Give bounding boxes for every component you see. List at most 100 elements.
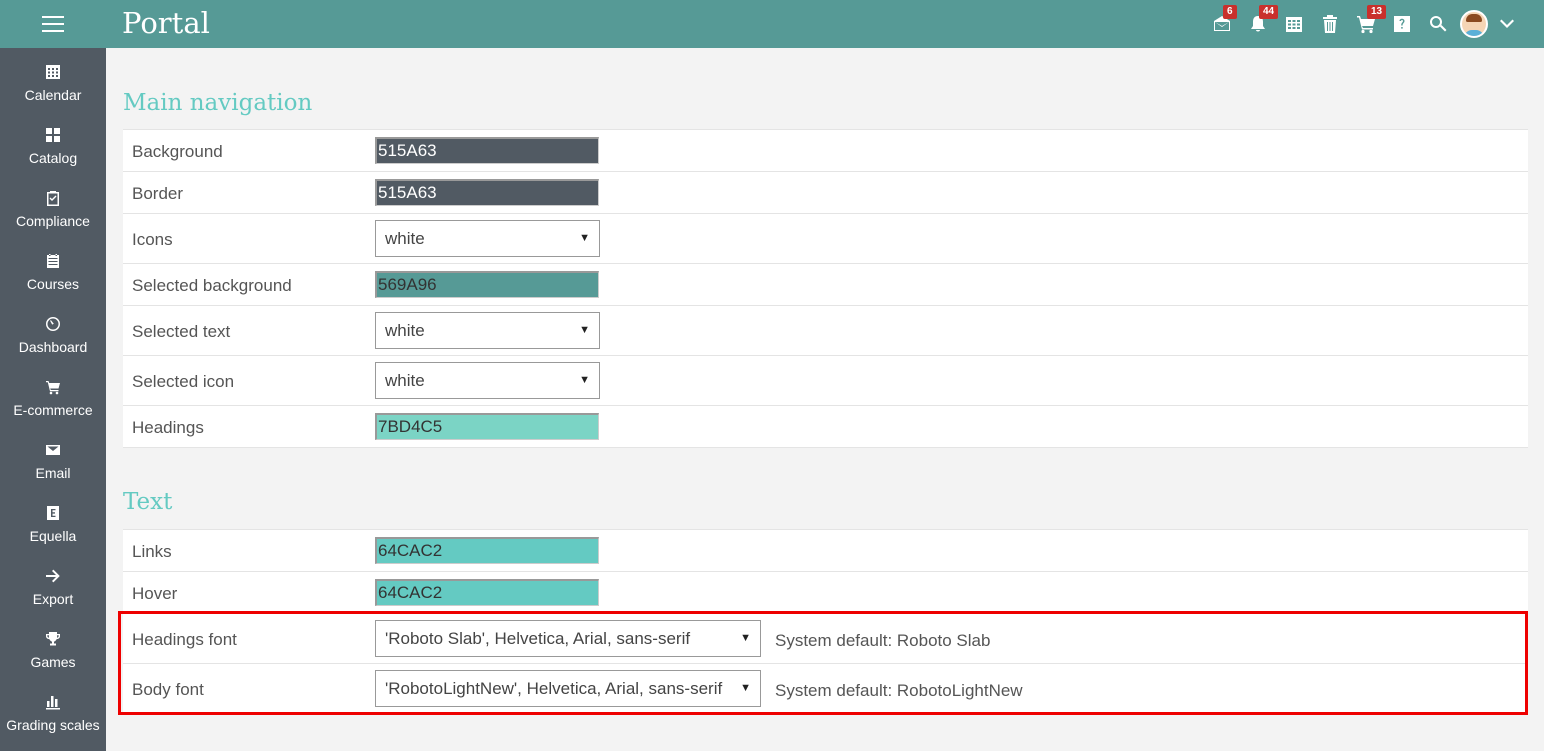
notifications-button[interactable]: 44 (1240, 0, 1279, 48)
sidebar-item-calendar[interactable]: Calendar (0, 48, 106, 111)
setting-label: Hover (132, 584, 178, 603)
setting-label: Body font (132, 680, 204, 699)
cart-button[interactable]: 13 (1348, 0, 1387, 48)
setting-label: Border (132, 184, 184, 203)
calendar-icon (46, 65, 60, 79)
sidebar-item-label: Catalog (28, 150, 78, 166)
setting-row-selected-icon: Selected icon white ▼ (123, 356, 1528, 406)
select-value: white (385, 371, 425, 390)
setting-label: Selected text (132, 322, 231, 341)
search-icon (1430, 16, 1447, 32)
text-section-heading: Text (123, 489, 173, 515)
courses-icon (47, 254, 59, 268)
trash-icon (1323, 15, 1337, 33)
top-bar: Portal 6 44 13 (0, 0, 1544, 48)
selected-icon-select[interactable]: white ▼ (375, 362, 600, 399)
sidebar-item-catalog[interactable]: Catalog (0, 111, 106, 174)
sidebar-item-dashboard[interactable]: Dashboard (0, 300, 106, 363)
calendar-button[interactable] (1276, 0, 1312, 48)
top-icons: 6 44 13 (1204, 0, 1522, 48)
setting-row-headings: Headings (123, 406, 1528, 448)
envelope-icon (46, 445, 60, 455)
arrow-right-icon (46, 569, 60, 583)
sidebar-item-label: Games (30, 654, 76, 670)
dropdown-arrow-icon: ▼ (740, 632, 751, 644)
inbox-button[interactable]: 6 (1204, 0, 1240, 48)
setting-row-border: Border (123, 172, 1528, 214)
main-navigation-heading: Main navigation (123, 90, 313, 116)
clipboard-check-icon (47, 191, 59, 206)
dropdown-arrow-icon: ▼ (579, 232, 590, 244)
links-color-input[interactable] (375, 537, 599, 564)
trophy-icon (46, 632, 60, 646)
chevron-down-icon (1500, 19, 1514, 28)
hamburger-menu-button[interactable] (0, 0, 106, 48)
sidebar-item-label: Grading scales (6, 717, 100, 733)
setting-row-body-font: Body font 'RobotoLightNew', Helvetica, A… (123, 664, 1528, 714)
equella-icon (47, 506, 59, 520)
grid-icon (46, 128, 60, 142)
dropdown-arrow-icon: ▼ (740, 682, 751, 694)
dropdown-arrow-icon: ▼ (579, 324, 590, 336)
body-font-select[interactable]: 'RobotoLightNew', Helvetica, Arial, sans… (375, 670, 761, 707)
setting-label: Icons (132, 230, 173, 249)
help-button[interactable] (1384, 0, 1420, 48)
select-value: white (385, 321, 425, 340)
headings-font-select[interactable]: 'Roboto Slab', Helvetica, Arial, sans-se… (375, 620, 761, 657)
sidebar-item-label: E-commerce (13, 402, 93, 418)
cart-icon (46, 381, 60, 395)
headings-color-input[interactable] (375, 413, 599, 440)
setting-row-links: Links (123, 530, 1528, 572)
selected-background-color-input[interactable] (375, 271, 599, 298)
sidebar-item-compliance[interactable]: Compliance (0, 174, 106, 237)
user-menu-button[interactable] (1456, 0, 1492, 48)
calendar-icon (1286, 17, 1302, 32)
sidebar-item-label: Email (35, 465, 71, 481)
headings-font-system-default: System default: Roboto Slab (775, 631, 991, 650)
sidebar-item-label: Compliance (16, 213, 90, 229)
main-navigation-table: Background Border Icons white ▼ Selected… (123, 129, 1528, 448)
sidebar-item-games[interactable]: Games (0, 615, 106, 678)
border-color-input[interactable] (375, 179, 599, 206)
sidebar-item-export[interactable]: Export (0, 552, 106, 615)
sidebar-item-email[interactable]: Email (0, 426, 106, 489)
setting-label: Links (132, 542, 172, 561)
setting-row-selected-background: Selected background (123, 264, 1528, 306)
body-font-system-default: System default: RobotoLightNew (775, 681, 1023, 700)
search-button[interactable] (1420, 0, 1456, 48)
setting-row-hover: Hover (123, 572, 1528, 614)
select-value: white (385, 229, 425, 248)
bar-chart-icon (46, 696, 60, 710)
sidebar-item-grading-scales[interactable]: Grading scales (0, 678, 106, 741)
select-value: 'RobotoLightNew', Helvetica, Arial, sans… (385, 679, 723, 698)
sidebar-item-label: Courses (26, 276, 80, 292)
hamburger-icon (42, 16, 64, 32)
text-settings-table: Links Hover Headings font 'Roboto Slab',… (123, 529, 1528, 714)
hover-color-input[interactable] (375, 579, 599, 606)
trash-button[interactable] (1312, 0, 1348, 48)
background-color-input[interactable] (375, 137, 599, 164)
setting-row-headings-font: Headings font 'Roboto Slab', Helvetica, … (123, 614, 1528, 664)
sidebar-item-label: Equella (29, 528, 77, 544)
select-value: 'Roboto Slab', Helvetica, Arial, sans-se… (385, 629, 691, 648)
selected-text-select[interactable]: white ▼ (375, 312, 600, 349)
avatar (1460, 10, 1488, 38)
sidebar-item-label: Dashboard (18, 339, 88, 355)
dropdown-arrow-icon: ▼ (579, 374, 590, 386)
sidebar-item-courses[interactable]: Courses (0, 237, 106, 300)
setting-row-background: Background (123, 130, 1528, 172)
sidebar-item-ecommerce[interactable]: E-commerce (0, 363, 106, 426)
user-menu-toggle[interactable] (1492, 0, 1522, 48)
help-icon (1394, 16, 1410, 32)
gauge-icon (46, 317, 60, 331)
sidebar-item-label: Export (32, 591, 74, 607)
icons-select[interactable]: white ▼ (375, 220, 600, 257)
setting-label: Selected background (132, 276, 292, 295)
inbox-badge: 6 (1223, 5, 1237, 19)
setting-row-selected-text: Selected text white ▼ (123, 306, 1528, 356)
setting-label: Background (132, 142, 223, 161)
app-title: Portal (122, 6, 210, 40)
sidebar-item-label: Calendar (24, 87, 82, 103)
setting-label: Headings font (132, 630, 237, 649)
sidebar-item-equella[interactable]: Equella (0, 489, 106, 552)
